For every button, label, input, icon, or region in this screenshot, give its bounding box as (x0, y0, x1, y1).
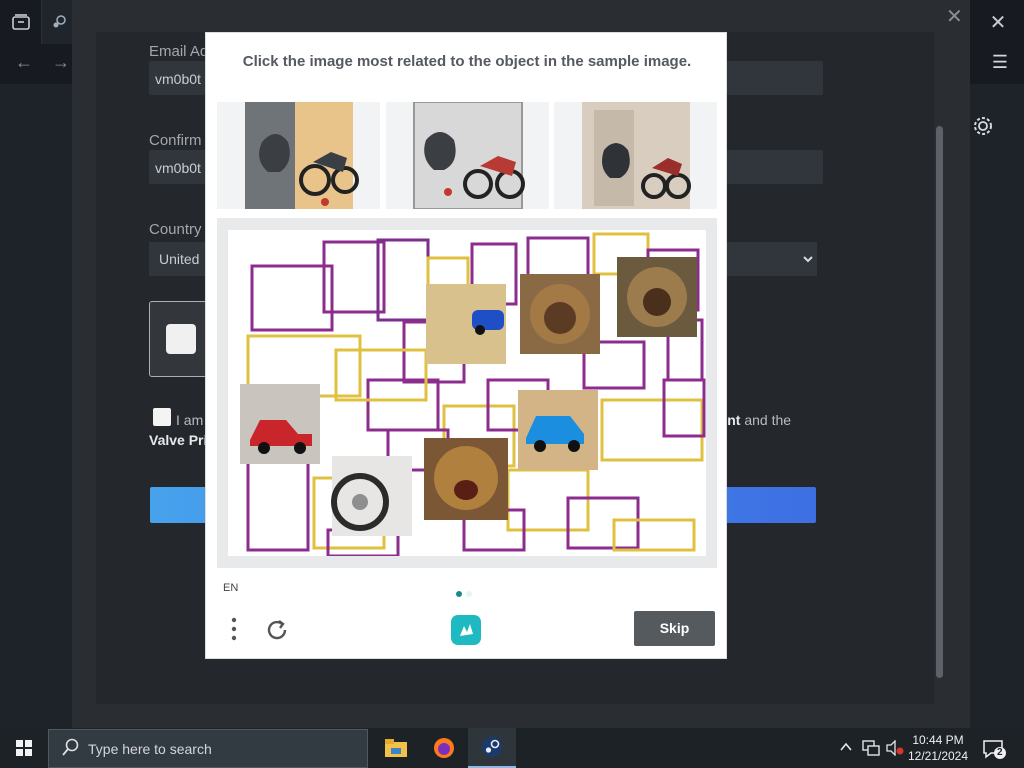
red-toy-car[interactable] (240, 384, 320, 464)
privacy-link[interactable]: Valve Pri (149, 432, 207, 448)
country-label: Country (149, 221, 202, 238)
menu-icon[interactable]: ☰ (992, 52, 1008, 73)
lion-roaring[interactable] (424, 438, 508, 520)
windows-start-icon[interactable] (0, 728, 48, 768)
steam-taskbar-icon[interactable] (468, 728, 516, 768)
canvas-frames (240, 232, 706, 556)
system-clock[interactable]: 10:44 PM 12/21/2024 (906, 732, 970, 764)
sample-images (217, 102, 717, 209)
captcha-checkbox[interactable] (149, 301, 207, 377)
challenge-canvas-area[interactable] (228, 230, 706, 556)
notification-center-icon[interactable]: 2 (982, 738, 1006, 760)
clock-time: 10:44 PM (912, 733, 964, 747)
challenge-canvas[interactable] (217, 218, 717, 568)
back-icon[interactable]: ← (15, 52, 33, 73)
language-selector[interactable]: EN (223, 582, 238, 594)
hcaptcha-logo-icon (451, 615, 481, 645)
chevron-up-icon[interactable] (840, 742, 852, 752)
email-field-right[interactable] (727, 61, 823, 95)
agree-checkbox[interactable] (153, 408, 171, 426)
scrollbar-thumb[interactable] (936, 126, 943, 678)
hcaptcha-challenge: Click the image most related to the obje… (205, 32, 727, 659)
chevron-down-icon (803, 256, 813, 263)
captcha-square (166, 324, 196, 354)
library-icon[interactable] (0, 0, 42, 44)
confirm-email-field-right[interactable] (727, 150, 823, 184)
sample-image-3 (554, 102, 717, 209)
sample-image-2 (385, 102, 549, 209)
page-dot-active (456, 591, 462, 597)
sample-image-1 (217, 102, 380, 209)
settings-gear-icon[interactable] (972, 115, 994, 137)
lion-face-2[interactable] (617, 257, 697, 337)
confirm-email-label: Confirm (149, 132, 202, 149)
network-icon[interactable] (862, 740, 880, 756)
refresh-icon[interactable] (264, 617, 290, 643)
page-dot (466, 591, 472, 597)
forward-icon[interactable]: → (52, 52, 70, 73)
blue-toy-car[interactable] (518, 390, 598, 470)
challenge-prompt: Click the image most related to the obje… (242, 53, 692, 70)
more-options-icon[interactable] (228, 616, 240, 642)
file-explorer-icon[interactable] (372, 728, 420, 768)
country-select[interactable]: United (149, 242, 205, 276)
page-indicator (456, 584, 476, 602)
email-label: Email Ad (149, 43, 209, 60)
overlay-close-icon[interactable]: ✕ (946, 4, 963, 29)
confirm-email-field[interactable]: vm0b0t (149, 150, 205, 184)
clock-date: 12/21/2024 (907, 749, 969, 763)
volume-muted-icon[interactable] (886, 740, 904, 756)
motorcycle-wheel[interactable] (331, 456, 412, 536)
email-field[interactable]: vm0b0t (149, 61, 205, 95)
steam-tab-icon[interactable] (42, 0, 76, 44)
search-icon (62, 738, 79, 756)
search-placeholder[interactable]: Type here to search (88, 741, 212, 757)
notification-count: 2 (997, 747, 1003, 758)
window-close-button[interactable]: ✕ (972, 0, 1024, 44)
agree-text: I am (176, 412, 204, 428)
toy-car-blue-small[interactable] (426, 284, 506, 364)
skip-button[interactable]: Skip (634, 611, 715, 646)
firefox-icon[interactable] (420, 728, 468, 768)
lion-face-1[interactable] (520, 274, 600, 354)
agree-suffix: and the (740, 412, 792, 428)
